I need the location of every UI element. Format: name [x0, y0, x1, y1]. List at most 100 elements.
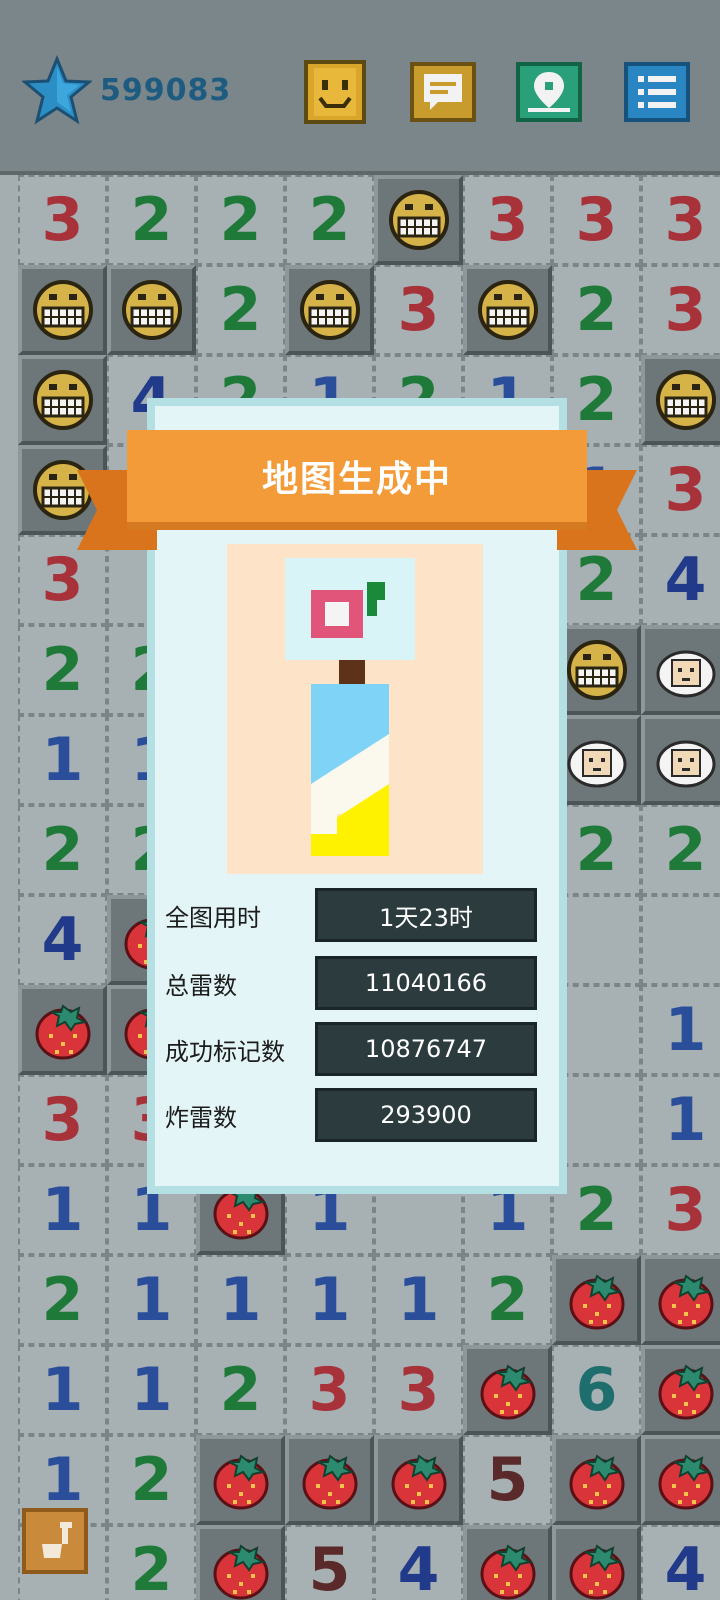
board-cell[interactable]: 4	[641, 1525, 720, 1600]
board-cell[interactable]: 3	[18, 1075, 107, 1165]
board-cell[interactable]: 1	[18, 715, 107, 805]
board-cell[interactable]: 4	[641, 535, 720, 625]
board-cell[interactable]	[552, 1435, 641, 1525]
score-display: 599083	[22, 55, 231, 125]
board-cell[interactable]	[463, 265, 552, 355]
cell-number: 2	[575, 1175, 618, 1245]
board-cell[interactable]: 2	[196, 265, 285, 355]
shovel-button[interactable]	[22, 1508, 88, 1574]
board-cell[interactable]: 3	[641, 265, 720, 355]
board-cell[interactable]: 3	[285, 1345, 374, 1435]
board-cell[interactable]: 3	[18, 175, 107, 265]
grinning-face-icon	[655, 370, 716, 430]
map-preview-image	[227, 544, 483, 874]
chat-icon	[410, 62, 476, 122]
grinning-face-icon	[388, 190, 449, 250]
board-cell[interactable]: 2	[18, 625, 107, 715]
board-cell[interactable]	[641, 625, 720, 715]
board-cell[interactable]	[463, 1525, 552, 1600]
board-cell[interactable]	[641, 715, 720, 805]
board-cell[interactable]: 2	[641, 805, 720, 895]
board-cell[interactable]: 2	[18, 805, 107, 895]
board-cell[interactable]	[552, 1525, 641, 1600]
cell-number: 2	[486, 1265, 529, 1335]
cell-number: 3	[397, 275, 440, 345]
menu-button[interactable]	[622, 58, 692, 126]
cell-number: 3	[664, 455, 707, 525]
board-cell[interactable]	[641, 1435, 720, 1525]
board-cell[interactable]	[196, 1435, 285, 1525]
chat-button[interactable]	[408, 58, 478, 126]
board-cell[interactable]: 2	[285, 175, 374, 265]
board-cell[interactable]: 2	[196, 175, 285, 265]
cell-number: 1	[664, 995, 707, 1065]
board-cell[interactable]: 3	[641, 445, 720, 535]
board-cell[interactable]: 1	[196, 1255, 285, 1345]
stat-row-exploded: 炸雷数 293900	[165, 1086, 549, 1144]
cell-number: 1	[41, 1445, 84, 1515]
board-cell[interactable]: 1	[285, 1255, 374, 1345]
board-cell[interactable]: 3	[641, 175, 720, 265]
cell-number: 3	[308, 1355, 351, 1425]
strawberry-icon	[391, 1454, 446, 1510]
board-cell[interactable]	[285, 1435, 374, 1525]
cell-number: 1	[308, 1265, 351, 1335]
board-cell[interactable]: 5	[463, 1435, 552, 1525]
cell-number: 3	[664, 185, 707, 255]
cell-number: 3	[664, 275, 707, 345]
exploded-label: 炸雷数	[165, 1103, 237, 1132]
board-cell[interactable]	[18, 985, 107, 1075]
board-cell[interactable]	[641, 1345, 720, 1435]
board-cell[interactable]: 3	[374, 1345, 463, 1435]
smiley-button[interactable]	[300, 58, 370, 126]
board-cell[interactable]: 2	[107, 1525, 196, 1600]
board-cell[interactable]: 2	[107, 1435, 196, 1525]
cell-number: 2	[130, 1535, 173, 1600]
board-cell[interactable]: 1	[18, 1165, 107, 1255]
board-cell[interactable]: 6	[552, 1345, 641, 1435]
board-cell[interactable]: 4	[18, 895, 107, 985]
board-cell[interactable]: 1	[107, 1255, 196, 1345]
map-button[interactable]	[514, 58, 584, 126]
board-cell[interactable]: 1	[641, 985, 720, 1075]
board-cell[interactable]: 2	[196, 1345, 285, 1435]
cell-number: 1	[664, 1085, 707, 1155]
board-cell[interactable]: 3	[641, 1165, 720, 1255]
smiley-icon	[304, 60, 366, 124]
board-cell[interactable]: 4	[374, 1525, 463, 1600]
cell-number: 4	[41, 905, 84, 975]
cell-number: 1	[41, 1355, 84, 1425]
board-cell[interactable]	[641, 1255, 720, 1345]
board-cell[interactable]: 1	[18, 1345, 107, 1435]
board-cell[interactable]	[641, 355, 720, 445]
score-value: 599083	[100, 72, 232, 108]
board-cell[interactable]: 2	[463, 1255, 552, 1345]
total-time-label: 全图用时	[165, 903, 261, 932]
board-cell[interactable]	[107, 265, 196, 355]
board-cell[interactable]: 1	[107, 1345, 196, 1435]
board-cell[interactable]	[374, 175, 463, 265]
board-cell[interactable]: 3	[552, 175, 641, 265]
menu-list-icon	[624, 62, 690, 122]
board-cell[interactable]	[374, 1435, 463, 1525]
board-cell[interactable]: 1	[641, 1075, 720, 1165]
board-cell[interactable]	[463, 1345, 552, 1435]
board-cell[interactable]: 2	[552, 265, 641, 355]
cell-number: 2	[575, 275, 618, 345]
board-cell[interactable]	[641, 895, 720, 985]
top-bar: 599083	[0, 0, 720, 175]
board-cell[interactable]: 5	[285, 1525, 374, 1600]
board-cell[interactable]: 2	[107, 175, 196, 265]
total-time-value: 1天23时	[315, 888, 537, 942]
board-cell[interactable]	[285, 265, 374, 355]
board-cell[interactable]	[18, 265, 107, 355]
board-cell[interactable]: 3	[374, 265, 463, 355]
board-cell[interactable]: 1	[374, 1255, 463, 1345]
board-cell[interactable]	[552, 1255, 641, 1345]
board-cell[interactable]: 3	[463, 175, 552, 265]
board-cell[interactable]	[196, 1525, 285, 1600]
ribbon-banner: 地图生成中	[127, 430, 587, 530]
board-cell[interactable]: 2	[18, 1255, 107, 1345]
cell-number: 2	[575, 815, 618, 885]
star-icon	[22, 55, 92, 125]
